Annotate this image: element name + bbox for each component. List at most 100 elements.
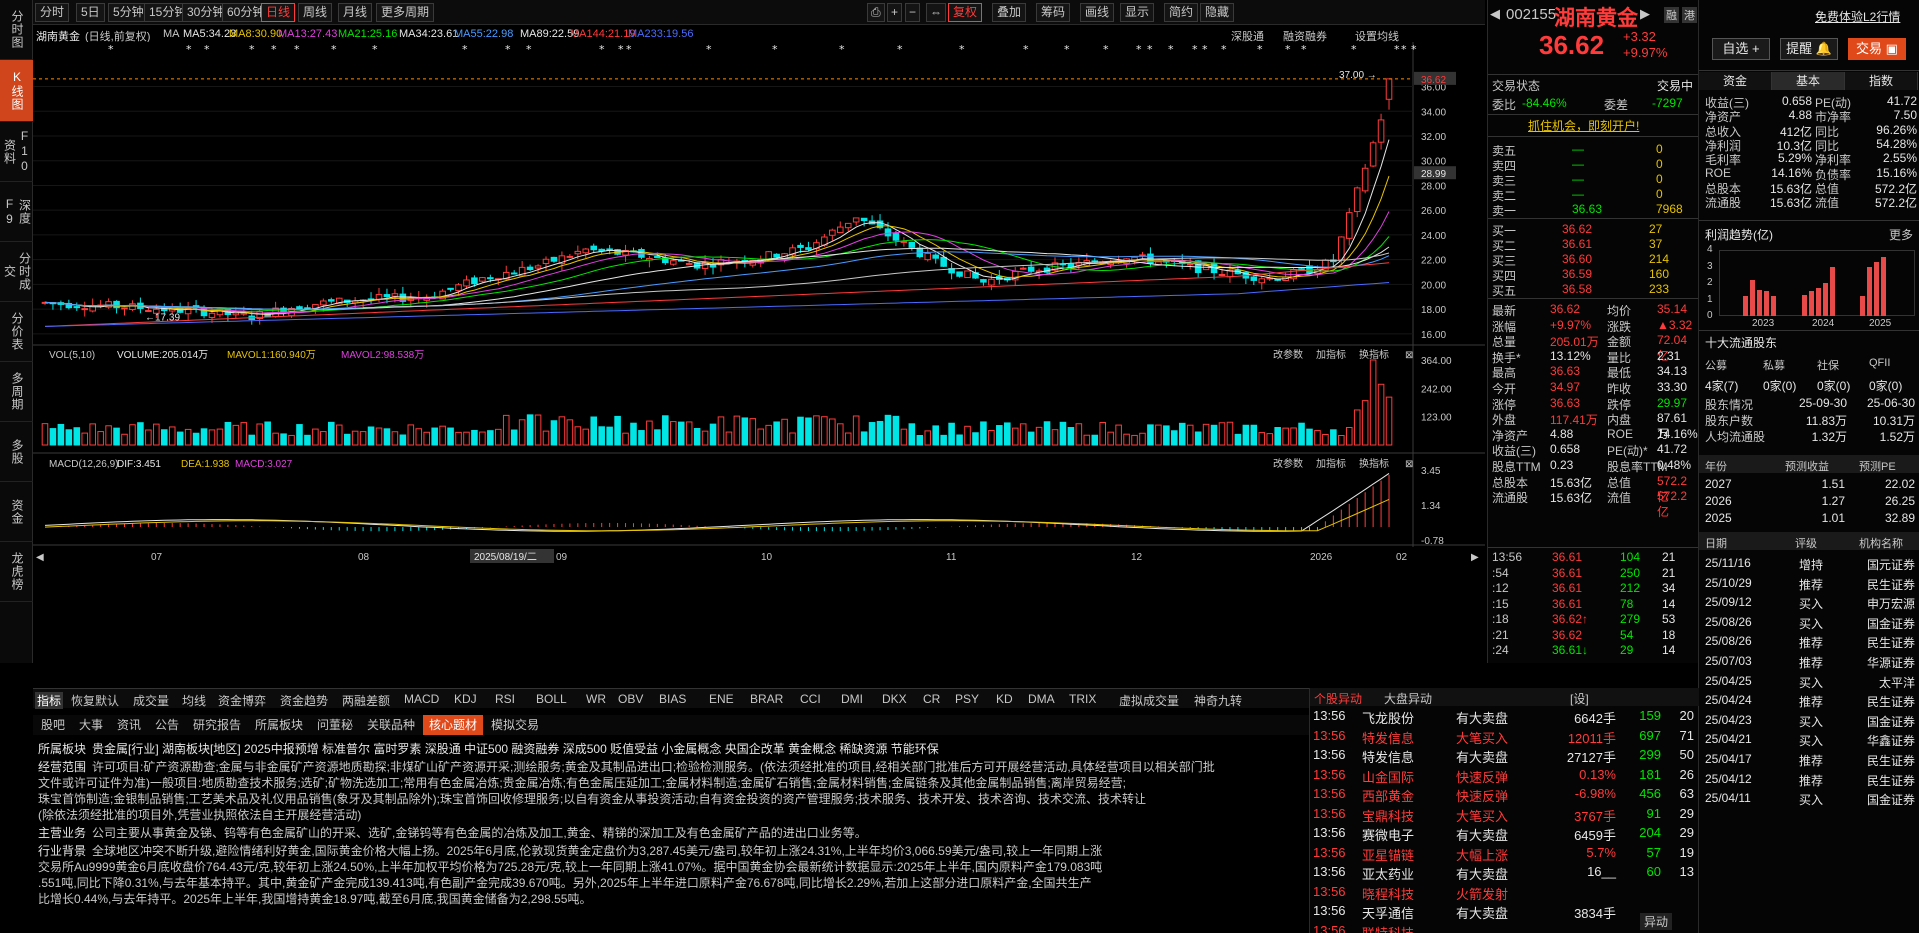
open-account-banner[interactable]: 抓住机会，即刻开户! [1528, 117, 1639, 134]
panel-link[interactable]: 加指标 [1316, 457, 1346, 470]
left-nav-item[interactable]: F10资料 [0, 122, 33, 182]
indicator-tab[interactable]: 资金博弈 [218, 692, 266, 709]
f10-subtab[interactable]: 研究报告 [187, 715, 247, 735]
period-button[interactable]: 5分钟 [108, 3, 149, 22]
quote-action-button[interactable]: 提醒 🔔 [1780, 38, 1838, 60]
f10-subtab[interactable]: 所属板块 [249, 715, 309, 735]
indicator-tab[interactable]: RSI [495, 692, 515, 706]
info-tab[interactable]: 指数 [1845, 72, 1918, 90]
left-nav-item[interactable]: 深度F9 [0, 182, 33, 242]
period-button[interactable]: 月线 [338, 3, 373, 22]
left-nav-item[interactable]: 分价表 [0, 302, 33, 362]
holder-row-label: 人均流通股 [1705, 430, 1766, 444]
info-tab[interactable]: 资金 [1699, 72, 1772, 90]
more-link[interactable]: 更多 [1889, 226, 1913, 243]
indicator-tab[interactable]: 恢复默认 [71, 692, 119, 709]
indicator-tab[interactable]: CCI [800, 692, 821, 706]
f10-subtab[interactable]: 资讯 [111, 715, 147, 735]
indicator-tab[interactable]: DMI [841, 692, 863, 706]
panel-link[interactable]: 加指标 [1316, 348, 1346, 361]
left-nav-item[interactable]: 多周期 [0, 362, 33, 422]
toolbar-right-button[interactable]: 隐藏 [1200, 3, 1235, 22]
indicator-tab[interactable]: 神奇九转 [1194, 692, 1242, 709]
indicator-tab[interactable]: 均线 [182, 692, 206, 709]
toolbar-right-button[interactable]: 复权 [948, 3, 983, 22]
quote-cell: 18 [1662, 627, 1676, 642]
indicator-tab[interactable]: 两融差额 [342, 692, 390, 709]
toolbar-right-button[interactable]: 叠加 [992, 3, 1027, 22]
zoom-out-icon[interactable]: − [905, 3, 921, 22]
star-marker: * [462, 43, 468, 56]
toolbar-right-button[interactable]: 显示 [1120, 3, 1155, 22]
f10-text: 全球地区冲突不断升级,避险情绪利好黄金,国际黄金价格大幅上扬。2025年6月底,… [92, 844, 1103, 858]
feed-footer[interactable]: 异动 [1640, 913, 1673, 930]
indicator-tab[interactable]: 指标 [35, 692, 64, 709]
toolbar-right-button[interactable]: 简约 [1164, 3, 1199, 22]
indicator-tab[interactable]: CR [923, 692, 940, 706]
toolbar-right-button[interactable]: 画线 [1080, 3, 1115, 22]
indicator-tab[interactable]: 资金趋势 [280, 692, 328, 709]
left-nav-item[interactable]: 龙虎榜 [0, 542, 33, 602]
quote-action-button[interactable]: 交易 ▣ [1848, 38, 1906, 60]
info-tab[interactable]: 基本 [1772, 72, 1845, 90]
indicator-tab[interactable]: BRAR [750, 692, 783, 706]
scroll-left-icon[interactable]: ◀ [36, 552, 44, 563]
toolbar-right-button[interactable]: 筹码 [1036, 3, 1071, 22]
panel-link[interactable]: 改参数 [1273, 348, 1303, 361]
quote-action-button[interactable]: 自选 + [1712, 38, 1770, 60]
zoom-in-icon[interactable]: + [887, 3, 903, 22]
forward-icon[interactable]: ▶ [1640, 6, 1650, 22]
sector-list[interactable]: 贵金属[行业] 湖南板块[地区] 2025中报预增 标准普尔 富时罗素 深股通 … [92, 742, 939, 756]
indicator-tab[interactable]: DMA [1028, 692, 1055, 706]
indicator-tab[interactable]: BOLL [536, 692, 567, 706]
y-tick-label: 32.00 [1421, 132, 1446, 143]
f10-subtab[interactable]: 核心题材 [423, 715, 484, 735]
l2-trial-link[interactable]: 免费体验L2行情 [1815, 8, 1900, 25]
panel-link[interactable]: 换指标 [1359, 348, 1389, 361]
indicator-tab[interactable]: 虚拟成交量 [1119, 692, 1179, 709]
kline-chart[interactable]: 36.0034.0032.0030.0028.0026.0024.0022.00… [33, 42, 1485, 688]
feed-tab[interactable]: 大盘异动 [1384, 690, 1432, 707]
left-nav-item[interactable]: K线图 [0, 60, 33, 122]
indicator-tab[interactable]: BIAS [659, 692, 686, 706]
period-button[interactable]: 5日 [76, 3, 105, 22]
indicator-tab[interactable]: PSY [955, 692, 979, 706]
star-marker: * [372, 43, 378, 56]
indicator-tab[interactable]: ENE [709, 692, 734, 706]
scroll-right-icon[interactable]: ▶ [1471, 552, 1479, 563]
panel-link[interactable]: 换指标 [1359, 457, 1389, 470]
feed-value: 5.7% [1586, 844, 1616, 860]
close-icon[interactable]: ⊠ [1405, 459, 1413, 470]
f10-subtab[interactable]: 大事 [73, 715, 109, 735]
indicator-tab[interactable]: KD [996, 692, 1013, 706]
period-button[interactable]: 日线 [261, 3, 296, 22]
left-nav-item[interactable]: 资金 [0, 482, 33, 542]
back-icon[interactable]: ◀ [1490, 6, 1500, 22]
left-nav-item[interactable]: 分时成交 [0, 242, 33, 302]
period-button[interactable]: 更多周期 [376, 3, 435, 22]
indicator-tab[interactable]: WR [586, 692, 606, 706]
copy-icon[interactable]: ⎙ [867, 3, 885, 22]
f10-subtab[interactable]: 关联品种 [361, 715, 421, 735]
close-icon[interactable]: ⊠ [1405, 350, 1413, 361]
feed-tab[interactable]: 个股异动 [1314, 690, 1362, 707]
period-button[interactable]: 周线 [298, 3, 333, 22]
indicator-tab[interactable]: KDJ [454, 692, 477, 706]
panel-link[interactable]: 改参数 [1273, 457, 1303, 470]
tag-badge: 港 [1682, 7, 1697, 23]
range-icon[interactable]: ⇔ [926, 3, 946, 22]
left-nav-item[interactable]: 分时图 [0, 0, 33, 60]
f10-subtab[interactable]: 模拟交易 [485, 715, 545, 735]
indicator-tab[interactable]: MACD [404, 692, 439, 706]
feed-setting[interactable]: [设] [1570, 690, 1589, 707]
f10-subtab[interactable]: 股吧 [35, 715, 71, 735]
indicator-tab[interactable]: DKX [882, 692, 907, 706]
feed-row[interactable]: 13:56 晓程科技 火箭发射 [1310, 884, 1699, 904]
indicator-tab[interactable]: 成交量 [133, 692, 169, 709]
f10-subtab[interactable]: 问董秘 [311, 715, 359, 735]
f10-subtab[interactable]: 公告 [149, 715, 185, 735]
indicator-tab[interactable]: TRIX [1069, 692, 1096, 706]
period-button[interactable]: 分时 [35, 3, 70, 22]
indicator-tab[interactable]: OBV [618, 692, 643, 706]
left-nav-item[interactable]: 多股 [0, 422, 33, 482]
